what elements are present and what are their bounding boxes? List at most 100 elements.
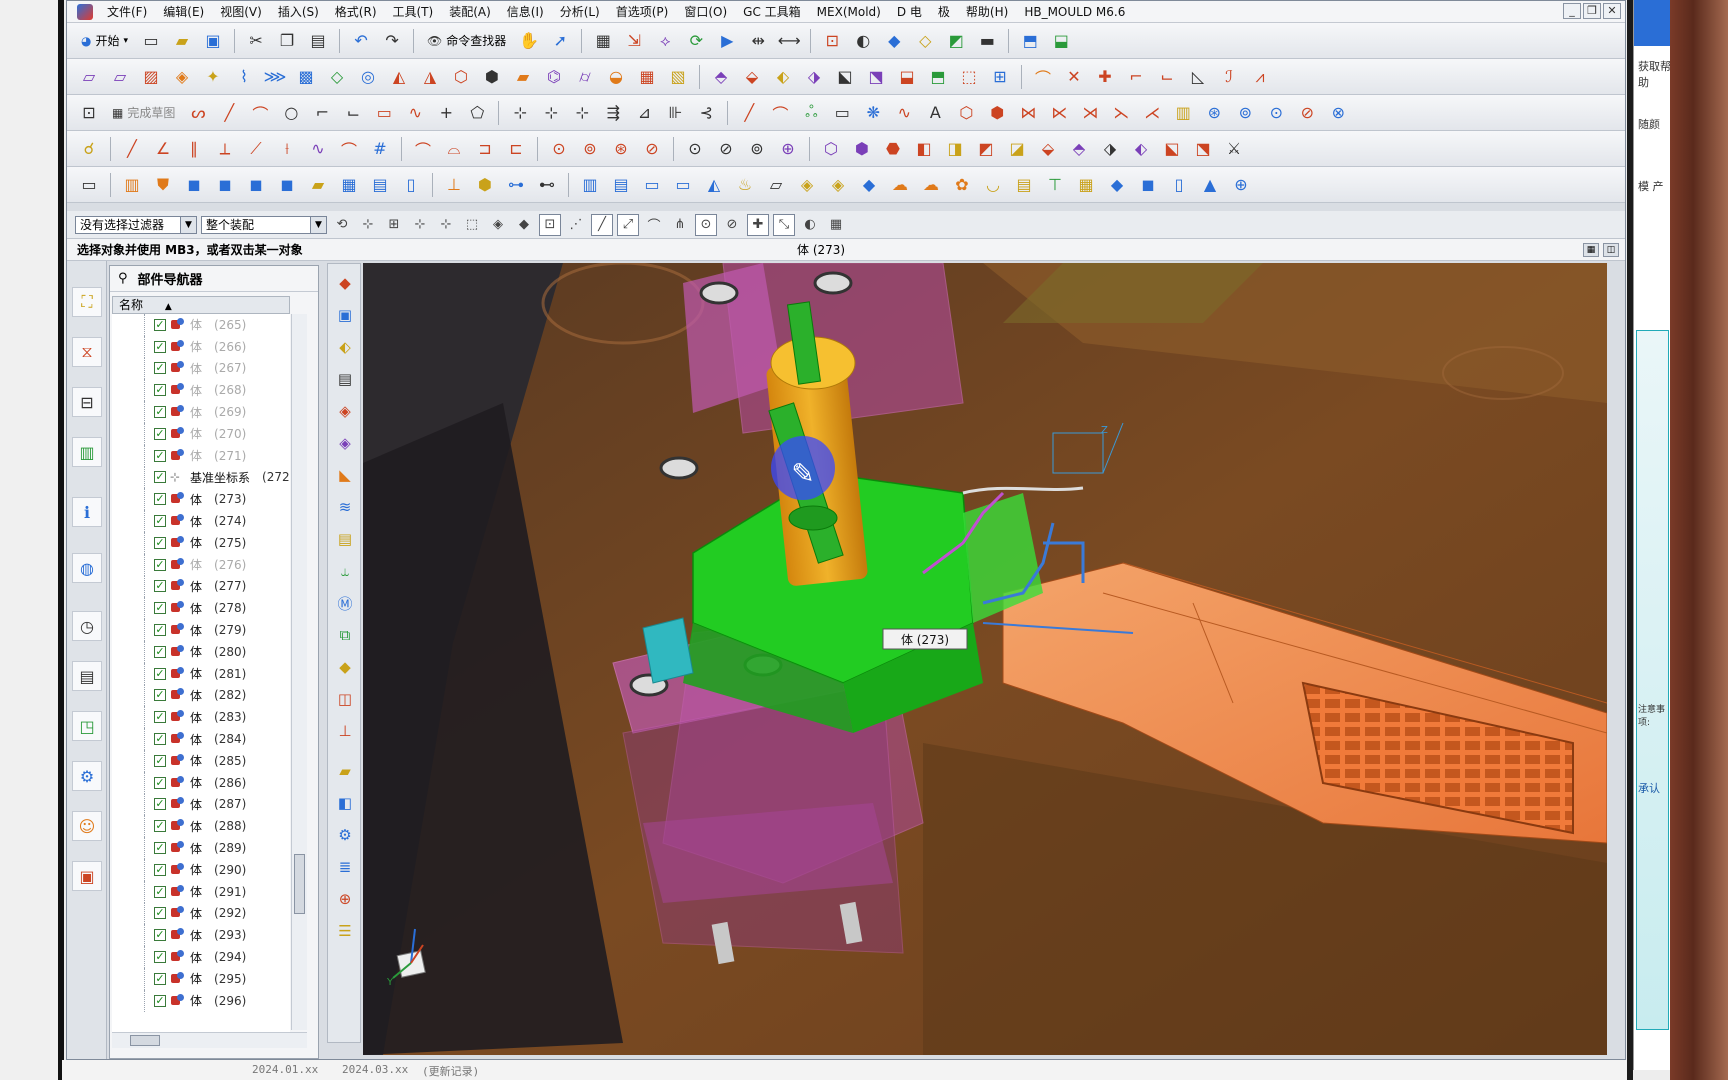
selection-scope-select[interactable]: 整个装配 ▼ [201, 215, 327, 234]
blue-gear-icon[interactable]: ⚙ [332, 822, 358, 848]
through-curves-icon[interactable]: ⋙ [261, 63, 289, 91]
navigator-row[interactable]: ✓ 体 (282) [112, 684, 290, 707]
navigator-row[interactable]: ✓ 体 (288) [112, 815, 290, 838]
visibility-checkbox[interactable]: ✓ [154, 536, 166, 549]
quick-trim-icon[interactable]: ⊹ [506, 99, 534, 127]
snap-quadrant-icon[interactable]: ⊘ [721, 214, 743, 236]
navigator-row[interactable]: ✓ 体 (290) [112, 858, 290, 881]
snap-tangent-icon[interactable]: ⋔ [669, 214, 691, 236]
snap-arc-icon[interactable]: ⌒ [643, 214, 665, 236]
menu-hb-mould[interactable]: HB_MOULD M6.6 [1016, 5, 1133, 19]
section-red-icon[interactable]: ◫ [332, 686, 358, 712]
red-box-icon[interactable]: ◈ [332, 398, 358, 424]
visibility-checkbox[interactable]: ✓ [154, 754, 166, 767]
menu-information[interactable]: 信息(I) [499, 3, 552, 20]
arc-tangent-icon[interactable]: ⌓ [440, 135, 468, 163]
orange-flag-icon[interactable]: ◣ [332, 462, 358, 488]
sew-icon[interactable]: ◎ [354, 63, 382, 91]
pattern-curve-icon[interactable]: ⊿ [630, 99, 658, 127]
face-blend-icon[interactable]: ◒ [602, 63, 630, 91]
rect-select-icon[interactable]: ⬚ [461, 214, 483, 236]
snap-mid-icon[interactable]: ⤢ [617, 213, 639, 236]
constraint-navigator-icon[interactable]: ⧖ [72, 337, 102, 367]
perpendicular-line-icon[interactable]: ⟂ [211, 135, 239, 163]
check-icon[interactable]: ◭ [700, 171, 728, 199]
manufacturing-wizards-icon[interactable]: ⚙ [72, 761, 102, 791]
hierarchy-icon[interactable]: ⊶ [502, 171, 530, 199]
navigator-row[interactable]: ✓ 体 (266) [112, 335, 290, 358]
clip-section-icon[interactable]: ◩ [942, 27, 970, 55]
navigator-row[interactable]: ✓ 体 (281) [112, 662, 290, 685]
layers-icon[interactable]: ≋ [332, 494, 358, 520]
green-hook-icon[interactable]: ⥿ [332, 558, 358, 584]
book-icon[interactable]: ▥ [118, 171, 146, 199]
snap-grid-icon[interactable]: ▦ [825, 214, 847, 236]
navigator-row[interactable]: ✓ 体 (294) [112, 946, 290, 968]
cone-icon[interactable]: ▲ [1196, 171, 1224, 199]
pattern-icon[interactable]: ✿ [948, 171, 976, 199]
snap-pole-icon[interactable]: ⤡ [773, 213, 795, 236]
sphere-icon[interactable]: ⊕ [1227, 171, 1255, 199]
pin-icon[interactable]: ⚲ [118, 271, 128, 286]
line-icon[interactable]: ╱ [215, 99, 243, 127]
circle-3pt-icon[interactable]: ⊚ [576, 135, 604, 163]
extract-face-icon[interactable]: ▨ [137, 63, 165, 91]
process-studio-icon[interactable]: ◳ [72, 711, 102, 741]
cloud-2-icon[interactable]: ☁ [917, 171, 945, 199]
spark-gap-icon[interactable]: ⊷ [533, 171, 561, 199]
fire-icon[interactable]: ♨ [731, 171, 759, 199]
crosshair-icon[interactable]: ⊕ [332, 886, 358, 912]
visibility-checkbox[interactable]: ✓ [154, 667, 166, 680]
edit-fillet-icon[interactable]: ⌐ [1122, 63, 1150, 91]
cut-icon[interactable]: ✂ [242, 27, 270, 55]
divide-curve-icon[interactable]: ⊗ [1324, 99, 1352, 127]
patch-icon[interactable]: ✦ [199, 63, 227, 91]
styled-sweep-icon[interactable]: ▦ [633, 63, 661, 91]
navigator-row[interactable]: ✓ 体 (289) [112, 837, 290, 859]
component-filter-icon[interactable]: ⊞ [383, 214, 405, 236]
mirror-face-icon[interactable]: ⬚ [955, 63, 983, 91]
side-mold-label[interactable]: 模 产 [1634, 178, 1670, 194]
divide-face-icon[interactable]: ⬢ [478, 63, 506, 91]
blue-stack-icon[interactable]: ≣ [332, 854, 358, 880]
save-icon[interactable]: ▣ [199, 27, 227, 55]
redo-icon[interactable]: ↷ [378, 27, 406, 55]
navigator-row[interactable]: ✓ 体 (267) [112, 357, 290, 380]
plate-blue-icon[interactable]: ◆ [1103, 171, 1131, 199]
thicken-icon[interactable]: ▰ [509, 63, 537, 91]
reorder-blend-icon[interactable]: ⬔ [862, 63, 890, 91]
blue-gift-icon[interactable]: ▣ [332, 302, 358, 328]
visibility-checkbox[interactable]: ✓ [154, 885, 166, 898]
navigator-row[interactable]: ✓ 体 (270) [112, 422, 290, 445]
finish-sketch-button[interactable]: ▦ 完成草图 [106, 99, 181, 127]
navigator-row[interactable]: ✓ 体 (268) [112, 379, 290, 402]
section-curve-icon[interactable]: ⋈ [1014, 99, 1042, 127]
roles-icon[interactable]: ☺ [72, 811, 102, 841]
make-corner-icon[interactable]: ⊹ [568, 99, 596, 127]
visibility-checkbox[interactable]: ✓ [154, 580, 166, 593]
navigator-row[interactable]: ✓ 体 (279) [112, 619, 290, 641]
visibility-checkbox[interactable]: ✓ [154, 558, 166, 571]
navigator-vertical-scrollbar[interactable] [291, 314, 307, 1030]
stretch-curve-icon[interactable]: ⩘ [1246, 63, 1274, 91]
visibility-checkbox[interactable]: ✓ [154, 384, 166, 397]
navigator-row[interactable]: ✓ 体 (285) [112, 749, 290, 772]
reuse-library-icon[interactable]: ▥ [72, 437, 102, 467]
navigator-row[interactable]: ✓ 体 (284) [112, 728, 290, 750]
select-faces-icon[interactable]: ⊹ [409, 214, 431, 236]
navigator-row[interactable]: ✓ 体 (265) [112, 314, 290, 336]
visibility-checkbox[interactable]: ✓ [154, 493, 166, 506]
menu-edit[interactable]: 编辑(E) [155, 3, 212, 20]
edge-display-icon[interactable]: ◇ [911, 27, 939, 55]
navigator-row[interactable]: ✓ 体 (278) [112, 597, 290, 620]
hd3d-tools-icon[interactable]: ℹ [72, 497, 102, 527]
fit-view-icon[interactable]: ⊡ [818, 27, 846, 55]
plate-icon[interactable]: ▰ [304, 171, 332, 199]
arc-icon[interactable]: ⌒ [246, 99, 274, 127]
snap-end-icon[interactable]: ⋰ [565, 214, 587, 236]
visibility-checkbox[interactable]: ✓ [154, 972, 166, 985]
visibility-checkbox[interactable]: ✓ [154, 471, 166, 484]
studio-spline-icon[interactable]: ∿ [401, 99, 429, 127]
layer-settings-icon[interactable]: ▦ [589, 27, 617, 55]
background-icon[interactable]: ▬ [973, 27, 1001, 55]
